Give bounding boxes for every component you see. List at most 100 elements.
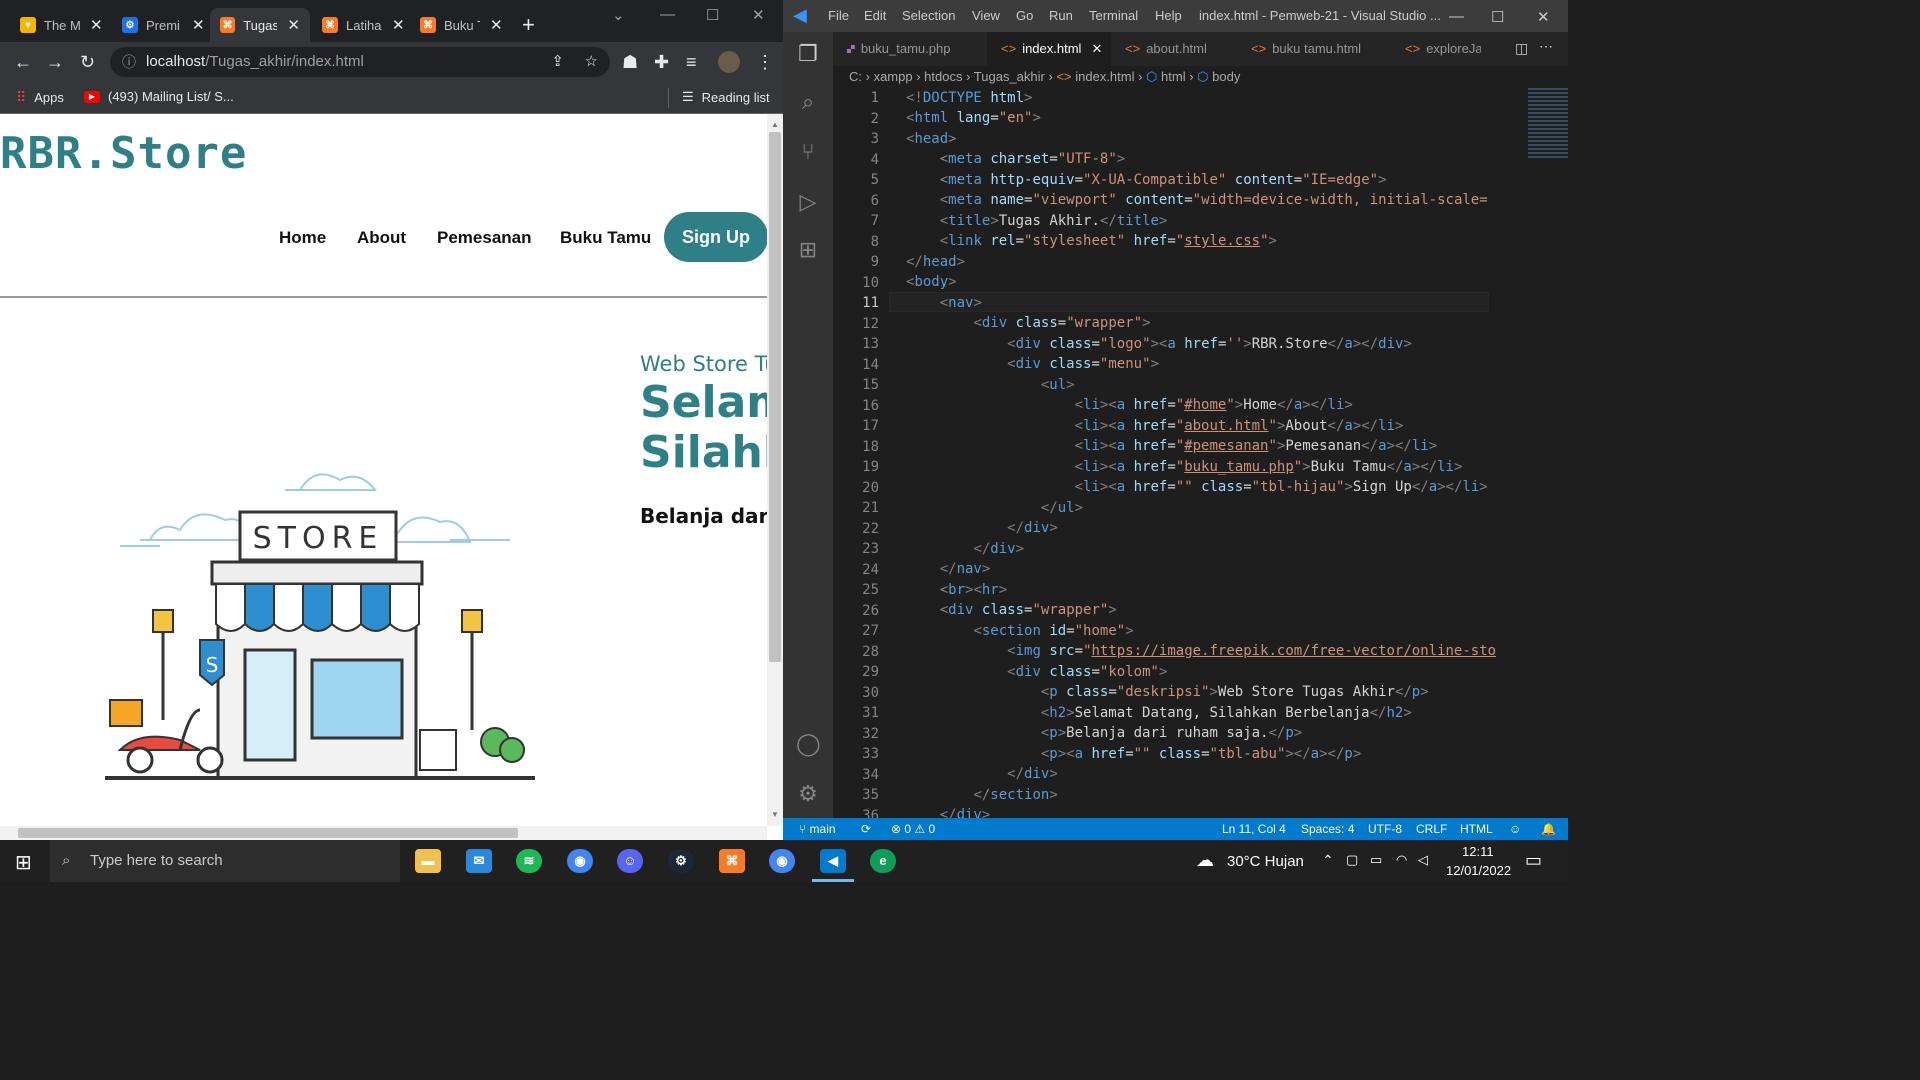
menu-view[interactable]: View — [972, 8, 1000, 23]
breadcrumb-item[interactable]: body — [1212, 69, 1240, 84]
close-icon[interactable]: ✕ — [490, 16, 503, 34]
browser-tab-active[interactable]: ⌘ Tugas ✕ — [210, 8, 310, 42]
new-tab-button[interactable]: + — [512, 8, 545, 42]
edge-icon[interactable]: e — [870, 849, 896, 873]
code-editor[interactable]: 1 2 3 4 5 6 7 8 9 10 11 12 13 14 15 16 17 18 19 20 21 22 23 24 2… — [833, 88, 1568, 818]
feedback-icon[interactable]: ☺ — [1509, 818, 1521, 840]
account-icon[interactable]: ◯ — [796, 732, 821, 756]
browser-tab[interactable]: ⚙ Premi ✕ — [112, 8, 215, 42]
close-window-icon[interactable]: ✕ — [1537, 8, 1550, 26]
reload-icon[interactable]: ↻ — [80, 51, 95, 73]
indentation[interactable]: Spaces: 4 — [1301, 818, 1354, 840]
minimize-icon[interactable]: — — [1449, 8, 1464, 25]
xampp-icon[interactable]: ⌘ — [719, 849, 745, 873]
search-icon[interactable]: ⌕ — [796, 90, 820, 114]
split-editor-icon[interactable]: ◫ — [1515, 40, 1528, 57]
minimize-icon[interactable]: — — [660, 6, 675, 23]
browser-tab[interactable]: ♥ The M ✕ — [10, 8, 113, 42]
tab-about-html[interactable]: <> about.html — [1111, 32, 1237, 66]
forward-icon[interactable]: → — [46, 51, 64, 73]
tab-buku-tamu-php[interactable]: 🙾 buku_tamu.php — [833, 32, 987, 66]
language-mode[interactable]: HTML — [1460, 818, 1493, 840]
browser-tab[interactable]: ⌘ Buku T ✕ — [410, 8, 513, 42]
tab-buku-tamu-html[interactable]: <> buku tamu.html — [1237, 32, 1387, 66]
scroll-down-icon[interactable]: ▼ — [771, 810, 779, 819]
reading-list-button[interactable]: ☰ Reading list — [682, 89, 770, 105]
mail-icon[interactable]: ✉ — [466, 849, 492, 873]
close-icon[interactable]: ✕ — [1091, 41, 1102, 56]
scroll-up-icon[interactable]: ▲ — [771, 120, 779, 129]
vertical-scrollbar[interactable]: ▲ ▼ — [767, 114, 783, 826]
more-icon[interactable]: ⋯ — [1539, 38, 1553, 55]
chevron-up-icon[interactable]: ⌃ — [1322, 852, 1334, 869]
puzzle-icon[interactable]: ✚ — [654, 51, 669, 73]
battery-icon[interactable]: ▭ — [1370, 852, 1382, 868]
clock-date[interactable]: 12/01/2022 — [1446, 863, 1511, 878]
device-icon[interactable]: ▢ — [1346, 852, 1358, 868]
tab-index-html[interactable]: <> index.html ✕ — [987, 32, 1111, 66]
chevron-down-icon[interactable]: ⌄ — [612, 6, 625, 24]
nav-home[interactable]: Home — [279, 228, 326, 248]
wifi-icon[interactable]: ◠ — [1396, 852, 1407, 868]
windows-start-icon[interactable]: ⊞ — [15, 850, 32, 875]
line-ending[interactable]: CRLF — [1416, 818, 1447, 840]
maximize-icon[interactable]: ☐ — [1491, 8, 1504, 26]
clock-time[interactable]: 12:11 — [1462, 844, 1494, 859]
back-icon[interactable]: ← — [14, 51, 32, 73]
bookmark-apps[interactable]: ⠿ Apps — [16, 89, 64, 106]
more-icon[interactable]: ⋮ — [756, 51, 774, 73]
menu-file[interactable]: File — [828, 8, 849, 23]
chrome-icon[interactable]: ◉ — [567, 849, 593, 873]
menu-terminal[interactable]: Terminal — [1089, 8, 1138, 23]
problems-indicator[interactable]: ⊗ 0 ⚠ 0 — [891, 818, 935, 840]
browser-tab[interactable]: ⌘ Latiha ✕ — [312, 8, 415, 42]
breadcrumb-item[interactable]: htdocs — [924, 69, 962, 84]
close-icon[interactable]: ✕ — [287, 16, 300, 34]
ghost-extension-icon[interactable]: ☗ — [622, 51, 638, 73]
nav-about[interactable]: About — [357, 228, 406, 248]
share-icon[interactable]: ⇪ — [551, 47, 564, 77]
avatar[interactable] — [718, 51, 740, 73]
menu-edit[interactable]: Edit — [864, 8, 886, 23]
cursor-position[interactable]: Ln 11, Col 4 — [1222, 818, 1286, 840]
gear-icon[interactable]: ⚙ — [796, 782, 820, 806]
bell-icon[interactable]: 🔔 — [1541, 818, 1556, 840]
maximize-icon[interactable]: ☐ — [706, 6, 719, 24]
horizontal-scrollbar[interactable] — [0, 826, 767, 840]
star-icon[interactable]: ☆ — [585, 47, 598, 77]
breadcrumb-item[interactable]: html — [1161, 69, 1186, 84]
scroll-thumb[interactable] — [18, 828, 518, 838]
media-queue-icon[interactable]: ≡ — [686, 51, 697, 73]
vscode-icon[interactable]: ◀ — [820, 849, 846, 873]
menu-selection[interactable]: Selection — [902, 8, 955, 23]
scroll-thumb[interactable] — [769, 132, 781, 662]
encoding[interactable]: UTF-8 — [1368, 818, 1402, 840]
steam-icon[interactable]: ⚙ — [668, 849, 694, 873]
breadcrumb-item[interactable]: index.html — [1075, 69, 1134, 84]
close-icon[interactable]: ✕ — [392, 16, 405, 34]
address-bar[interactable]: ⓘ localhost/Tugas_akhir/index.html ⇪ ☆ — [110, 47, 610, 77]
close-icon[interactable]: ✕ — [192, 16, 205, 34]
close-window-icon[interactable]: ✕ — [752, 6, 765, 24]
notification-icon[interactable]: ▭ — [1525, 850, 1542, 871]
taskbar-search[interactable]: ⌕ Type here to search — [50, 840, 400, 882]
sign-up-button[interactable]: Sign Up — [664, 212, 767, 262]
breadcrumb-item[interactable]: C: — [849, 69, 862, 84]
weather-text[interactable]: 30°C Hujan — [1227, 853, 1304, 870]
nav-pemesanan[interactable]: Pemesanan — [437, 228, 532, 248]
bookmark-youtube[interactable]: ▶ (493) Mailing List/ S... — [84, 89, 234, 104]
menu-help[interactable]: Help — [1155, 8, 1182, 23]
menu-run[interactable]: Run — [1049, 8, 1073, 23]
close-icon[interactable]: ✕ — [90, 16, 103, 34]
breadcrumb-item[interactable]: xampp — [874, 69, 913, 84]
volume-icon[interactable]: ◁ — [1418, 852, 1428, 868]
site-logo[interactable]: RBR.Store — [0, 128, 247, 179]
nav-buku-tamu[interactable]: Buku Tamu — [560, 228, 651, 248]
tab-explore[interactable]: <> exploreJa — [1391, 32, 1481, 66]
source-control-icon[interactable]: ⑂ — [796, 140, 820, 164]
branch-indicator[interactable]: ⑂ main — [799, 818, 836, 840]
menu-go[interactable]: Go — [1016, 8, 1033, 23]
file-explorer-icon[interactable]: ▬ — [415, 849, 441, 873]
run-debug-icon[interactable]: ▷ — [796, 190, 820, 214]
extensions-icon[interactable]: ⊞ — [796, 238, 820, 262]
